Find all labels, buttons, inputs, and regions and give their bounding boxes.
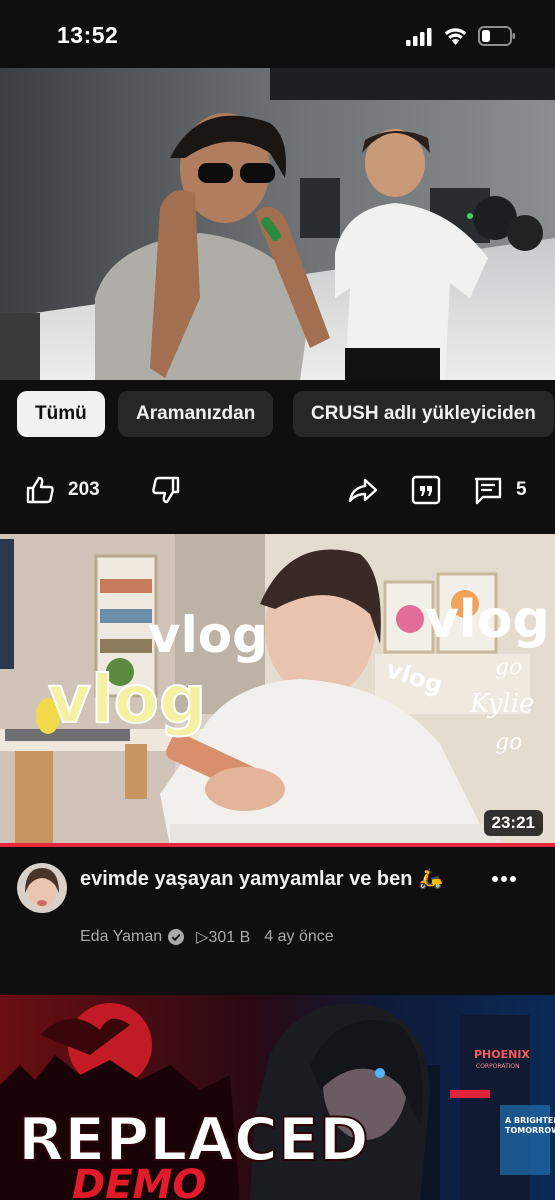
- status-time: 13:52: [57, 22, 119, 48]
- action-row: 203 5: [0, 448, 555, 534]
- video-thumbnail-2[interactable]: PHOENIX CORPORATION A BRIGHTER TOMORROW …: [0, 995, 555, 1200]
- filter-chips: Tümü Aramanızdan CRUSH adlı yükleyiciden: [0, 380, 555, 448]
- channel-avatar[interactable]: [17, 863, 67, 913]
- chip-from-search[interactable]: Aramanızdan: [118, 391, 274, 437]
- overlay-text-6: Kylie: [469, 689, 534, 719]
- video-frame: [0, 68, 555, 380]
- view-count: ▷301 B: [196, 929, 251, 946]
- chip-all[interactable]: Tümü: [17, 391, 105, 437]
- comment-count: 5: [516, 479, 527, 500]
- wifi-icon: [444, 28, 467, 45]
- share-icon: [348, 478, 378, 503]
- comments-button[interactable]: 5: [472, 474, 527, 506]
- overlay-text-2: vlog: [48, 661, 206, 738]
- dislike-button[interactable]: [150, 474, 182, 506]
- cellular-signal-icon: [406, 28, 432, 46]
- overlay-text-3: vlog: [425, 590, 550, 650]
- like-button[interactable]: 203: [24, 474, 100, 506]
- battery-icon: [478, 26, 515, 46]
- overlay-text-5: go: [495, 655, 522, 680]
- verified-badge-icon: [168, 929, 185, 945]
- video-meta-1[interactable]: evimde yaşayan yamyamlar ve ben 🛵 Eda Ya…: [0, 847, 555, 995]
- thumb-down-icon: [152, 476, 180, 504]
- chip-from-uploader[interactable]: CRUSH adlı yükleyiciden: [293, 391, 554, 437]
- upload-age: 4 ay önce: [264, 928, 334, 945]
- clip-button[interactable]: [410, 474, 442, 506]
- like-count: 203: [68, 479, 100, 500]
- share-button[interactable]: [347, 474, 379, 506]
- status-bar: 13:52: [0, 0, 555, 68]
- overlay-text-7: go: [495, 730, 522, 755]
- video-thumbnail-1[interactable]: vlog vlog vlog vlog go Kylie go 23:21: [0, 534, 555, 846]
- overlay-text-1: vlog: [148, 606, 268, 664]
- sign-brand: PHOENIX: [474, 1048, 530, 1061]
- billboard-line-2: TOMORROW: [505, 1126, 555, 1135]
- thumb-subtitle: DEMO: [72, 1162, 206, 1200]
- thumbnail-image-2: PHOENIX CORPORATION A BRIGHTER TOMORROW …: [0, 995, 555, 1200]
- quote-icon: [411, 475, 441, 505]
- billboard-line-1: A BRIGHTER: [505, 1116, 555, 1125]
- thumb-up-icon: [26, 476, 54, 504]
- video-subtitle: Eda Yaman ▷301 B 4 ay önce: [80, 927, 334, 947]
- video-title[interactable]: evimde yaşayan yamyamlar ve ben 🛵: [80, 865, 480, 893]
- more-options-icon[interactable]: [490, 867, 518, 891]
- comment-icon: [474, 477, 502, 505]
- thumbnail-image-1: vlog vlog vlog vlog go Kylie go: [0, 534, 555, 846]
- video-player[interactable]: [0, 68, 555, 380]
- duration-badge: 23:21: [483, 810, 543, 836]
- sign-brand-sub: CORPORATION: [476, 1063, 520, 1070]
- channel-name[interactable]: Eda Yaman: [80, 928, 162, 946]
